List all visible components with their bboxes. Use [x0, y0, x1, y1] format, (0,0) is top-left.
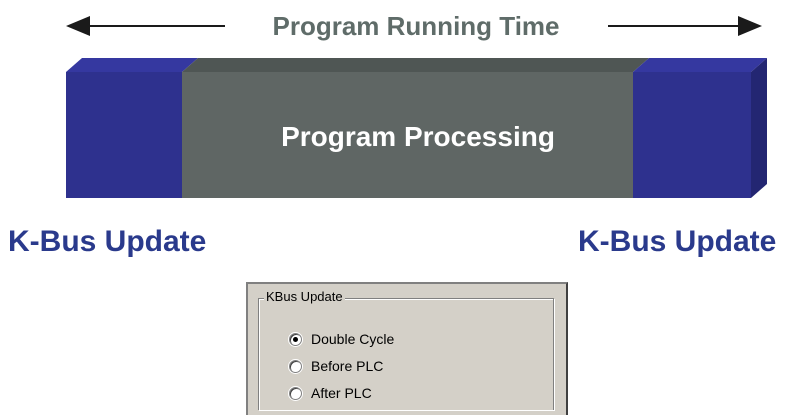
- kbus-settings-panel: Double Cycle Before PLC After PLC KBus U…: [246, 282, 568, 415]
- radio-selected-dot: [293, 336, 298, 342]
- processing-top-face: [182, 58, 649, 72]
- timing-diagram: Program Running Time Program Processing: [66, 11, 767, 198]
- groupbox-legend: KBus Update: [264, 289, 345, 305]
- radio-option-double-cycle[interactable]: Double Cycle: [289, 331, 394, 347]
- kbus-left-top-face: [66, 58, 198, 72]
- processing-label: Program Processing: [281, 121, 555, 152]
- radio-option-after-plc[interactable]: After PLC: [289, 385, 372, 401]
- kbus-right-block: [633, 72, 751, 198]
- radio-option-before-plc[interactable]: Before PLC: [289, 358, 383, 374]
- radio-before-plc[interactable]: [289, 359, 302, 373]
- option-label-before-plc: Before PLC: [311, 358, 384, 374]
- running-time-title: Program Running Time: [273, 11, 560, 41]
- option-label-double-cycle: Double Cycle: [311, 331, 395, 347]
- radio-double-cycle[interactable]: [289, 332, 302, 346]
- kbus-update-groupbox: Double Cycle Before PLC After PLC: [258, 298, 554, 410]
- radio-after-plc[interactable]: [289, 386, 302, 400]
- kbus-update-right-label: K-Bus Update: [578, 225, 777, 258]
- kbus-right-side-face: [751, 58, 767, 198]
- kbus-right-top-face: [633, 58, 767, 72]
- option-label-after-plc: After PLC: [311, 385, 372, 401]
- kbus-update-left-label: K-Bus Update: [8, 225, 207, 258]
- kbus-left-block: [66, 72, 182, 198]
